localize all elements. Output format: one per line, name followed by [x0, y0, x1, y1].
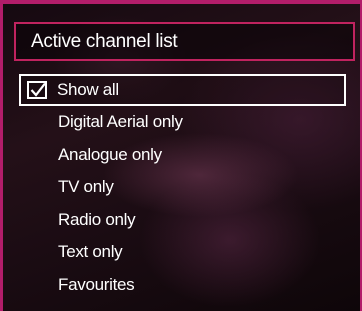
- checkmark-icon: [30, 83, 46, 97]
- option-analogue-only[interactable]: Analogue only: [19, 139, 346, 172]
- option-digital-aerial-only[interactable]: Digital Aerial only: [19, 106, 346, 139]
- option-label: Text only: [58, 242, 123, 262]
- menu-title-box: Active channel list: [14, 22, 355, 61]
- option-tv-only[interactable]: TV only: [19, 171, 346, 204]
- menu-title: Active channel list: [31, 31, 178, 52]
- option-favourites[interactable]: Favourites: [19, 269, 346, 302]
- channel-list-options: Show all Digital Aerial only Analogue on…: [19, 74, 346, 302]
- option-radio-only[interactable]: Radio only: [19, 204, 346, 237]
- frame-left-border: [0, 0, 3, 311]
- option-label: Favourites: [58, 274, 135, 294]
- option-label: Show all: [57, 80, 119, 99]
- option-label: Analogue only: [58, 144, 162, 164]
- frame-top-border: [0, 0, 362, 4]
- checkbox[interactable]: [27, 81, 47, 99]
- option-show-all[interactable]: Show all: [19, 74, 346, 106]
- option-label: Radio only: [58, 209, 136, 229]
- tv-menu-screen: Active channel list Show all Digital Aer…: [0, 0, 362, 311]
- option-label: TV only: [58, 177, 114, 197]
- option-text-only[interactable]: Text only: [19, 236, 346, 269]
- option-label: Digital Aerial only: [58, 112, 183, 131]
